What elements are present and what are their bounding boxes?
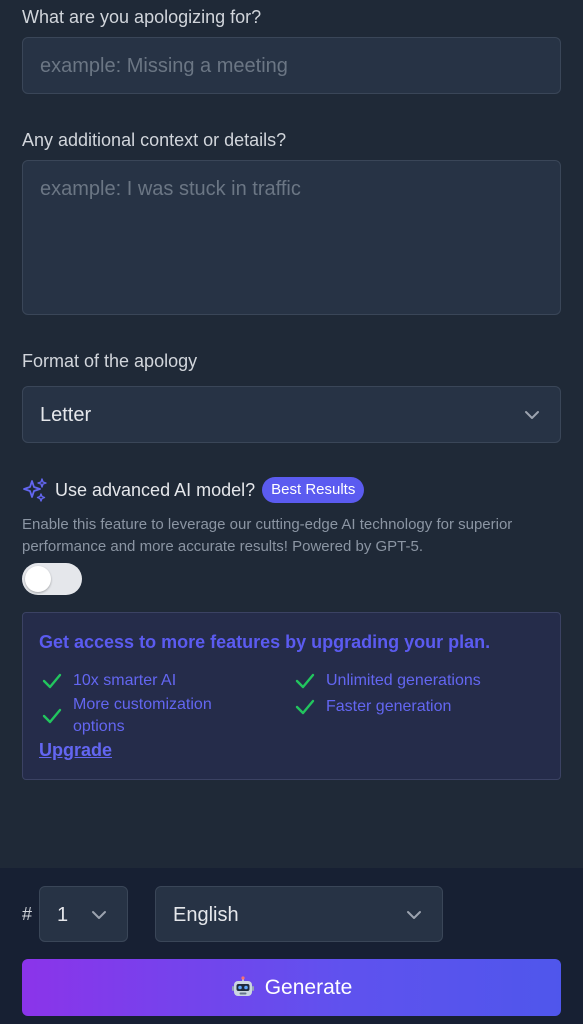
check-icon xyxy=(294,670,316,692)
advanced-ai-toggle[interactable] xyxy=(22,563,82,595)
feature-item: More customization options xyxy=(41,694,261,738)
toggle-knob xyxy=(25,566,51,592)
format-select[interactable]: Letter xyxy=(22,386,561,443)
language-select[interactable]: English xyxy=(155,886,443,942)
context-textarea[interactable]: example: I was stuck in traffic xyxy=(22,160,561,315)
format-label: Format of the apology xyxy=(22,351,198,371)
count-select-value: 1 xyxy=(57,904,69,926)
feature-label: Unlimited generations xyxy=(326,672,481,689)
check-icon xyxy=(41,705,63,727)
apology-label: What are you apologizing for? xyxy=(22,7,262,27)
generate-button[interactable]: Generate xyxy=(22,959,561,1016)
feature-item: Unlimited generations xyxy=(294,670,481,692)
upgrade-link[interactable]: Upgrade xyxy=(39,740,112,761)
format-select-value: Letter xyxy=(40,404,92,426)
feature-label: Faster generation xyxy=(326,698,452,715)
advanced-ai-description: Enable this feature to leverage our cutt… xyxy=(22,516,513,555)
count-hash-label: # xyxy=(22,904,33,924)
advanced-ai-row: Use advanced AI model? Best Results xyxy=(22,476,365,504)
feature-item: Faster generation xyxy=(294,696,451,718)
feature-label: More customization options xyxy=(73,696,212,735)
apology-generator-page: What are you apologizing for? example: M… xyxy=(0,0,583,1024)
context-label: Any additional context or details? xyxy=(22,130,287,150)
feature-label: 10x smarter AI xyxy=(73,672,177,689)
sparkles-icon xyxy=(22,477,48,503)
language-select-value: English xyxy=(173,904,239,926)
feature-item: 10x smarter AI xyxy=(41,670,176,692)
upgrade-panel: Get access to more features by upgrading… xyxy=(22,612,561,780)
generate-button-label: Generate xyxy=(264,975,353,999)
best-results-badge: Best Results xyxy=(262,477,365,503)
advanced-ai-label: Use advanced AI model? xyxy=(55,479,256,500)
check-icon xyxy=(294,696,316,718)
apology-input[interactable]: example: Missing a meeting xyxy=(22,37,561,94)
chevron-down-icon xyxy=(405,906,423,924)
chevron-down-icon xyxy=(90,906,108,924)
robot-icon xyxy=(231,975,255,1000)
upgrade-title: Get access to more features by upgrading… xyxy=(39,632,491,652)
check-icon xyxy=(41,670,63,692)
chevron-down-icon xyxy=(523,406,541,424)
count-select[interactable]: 1 xyxy=(39,886,128,942)
